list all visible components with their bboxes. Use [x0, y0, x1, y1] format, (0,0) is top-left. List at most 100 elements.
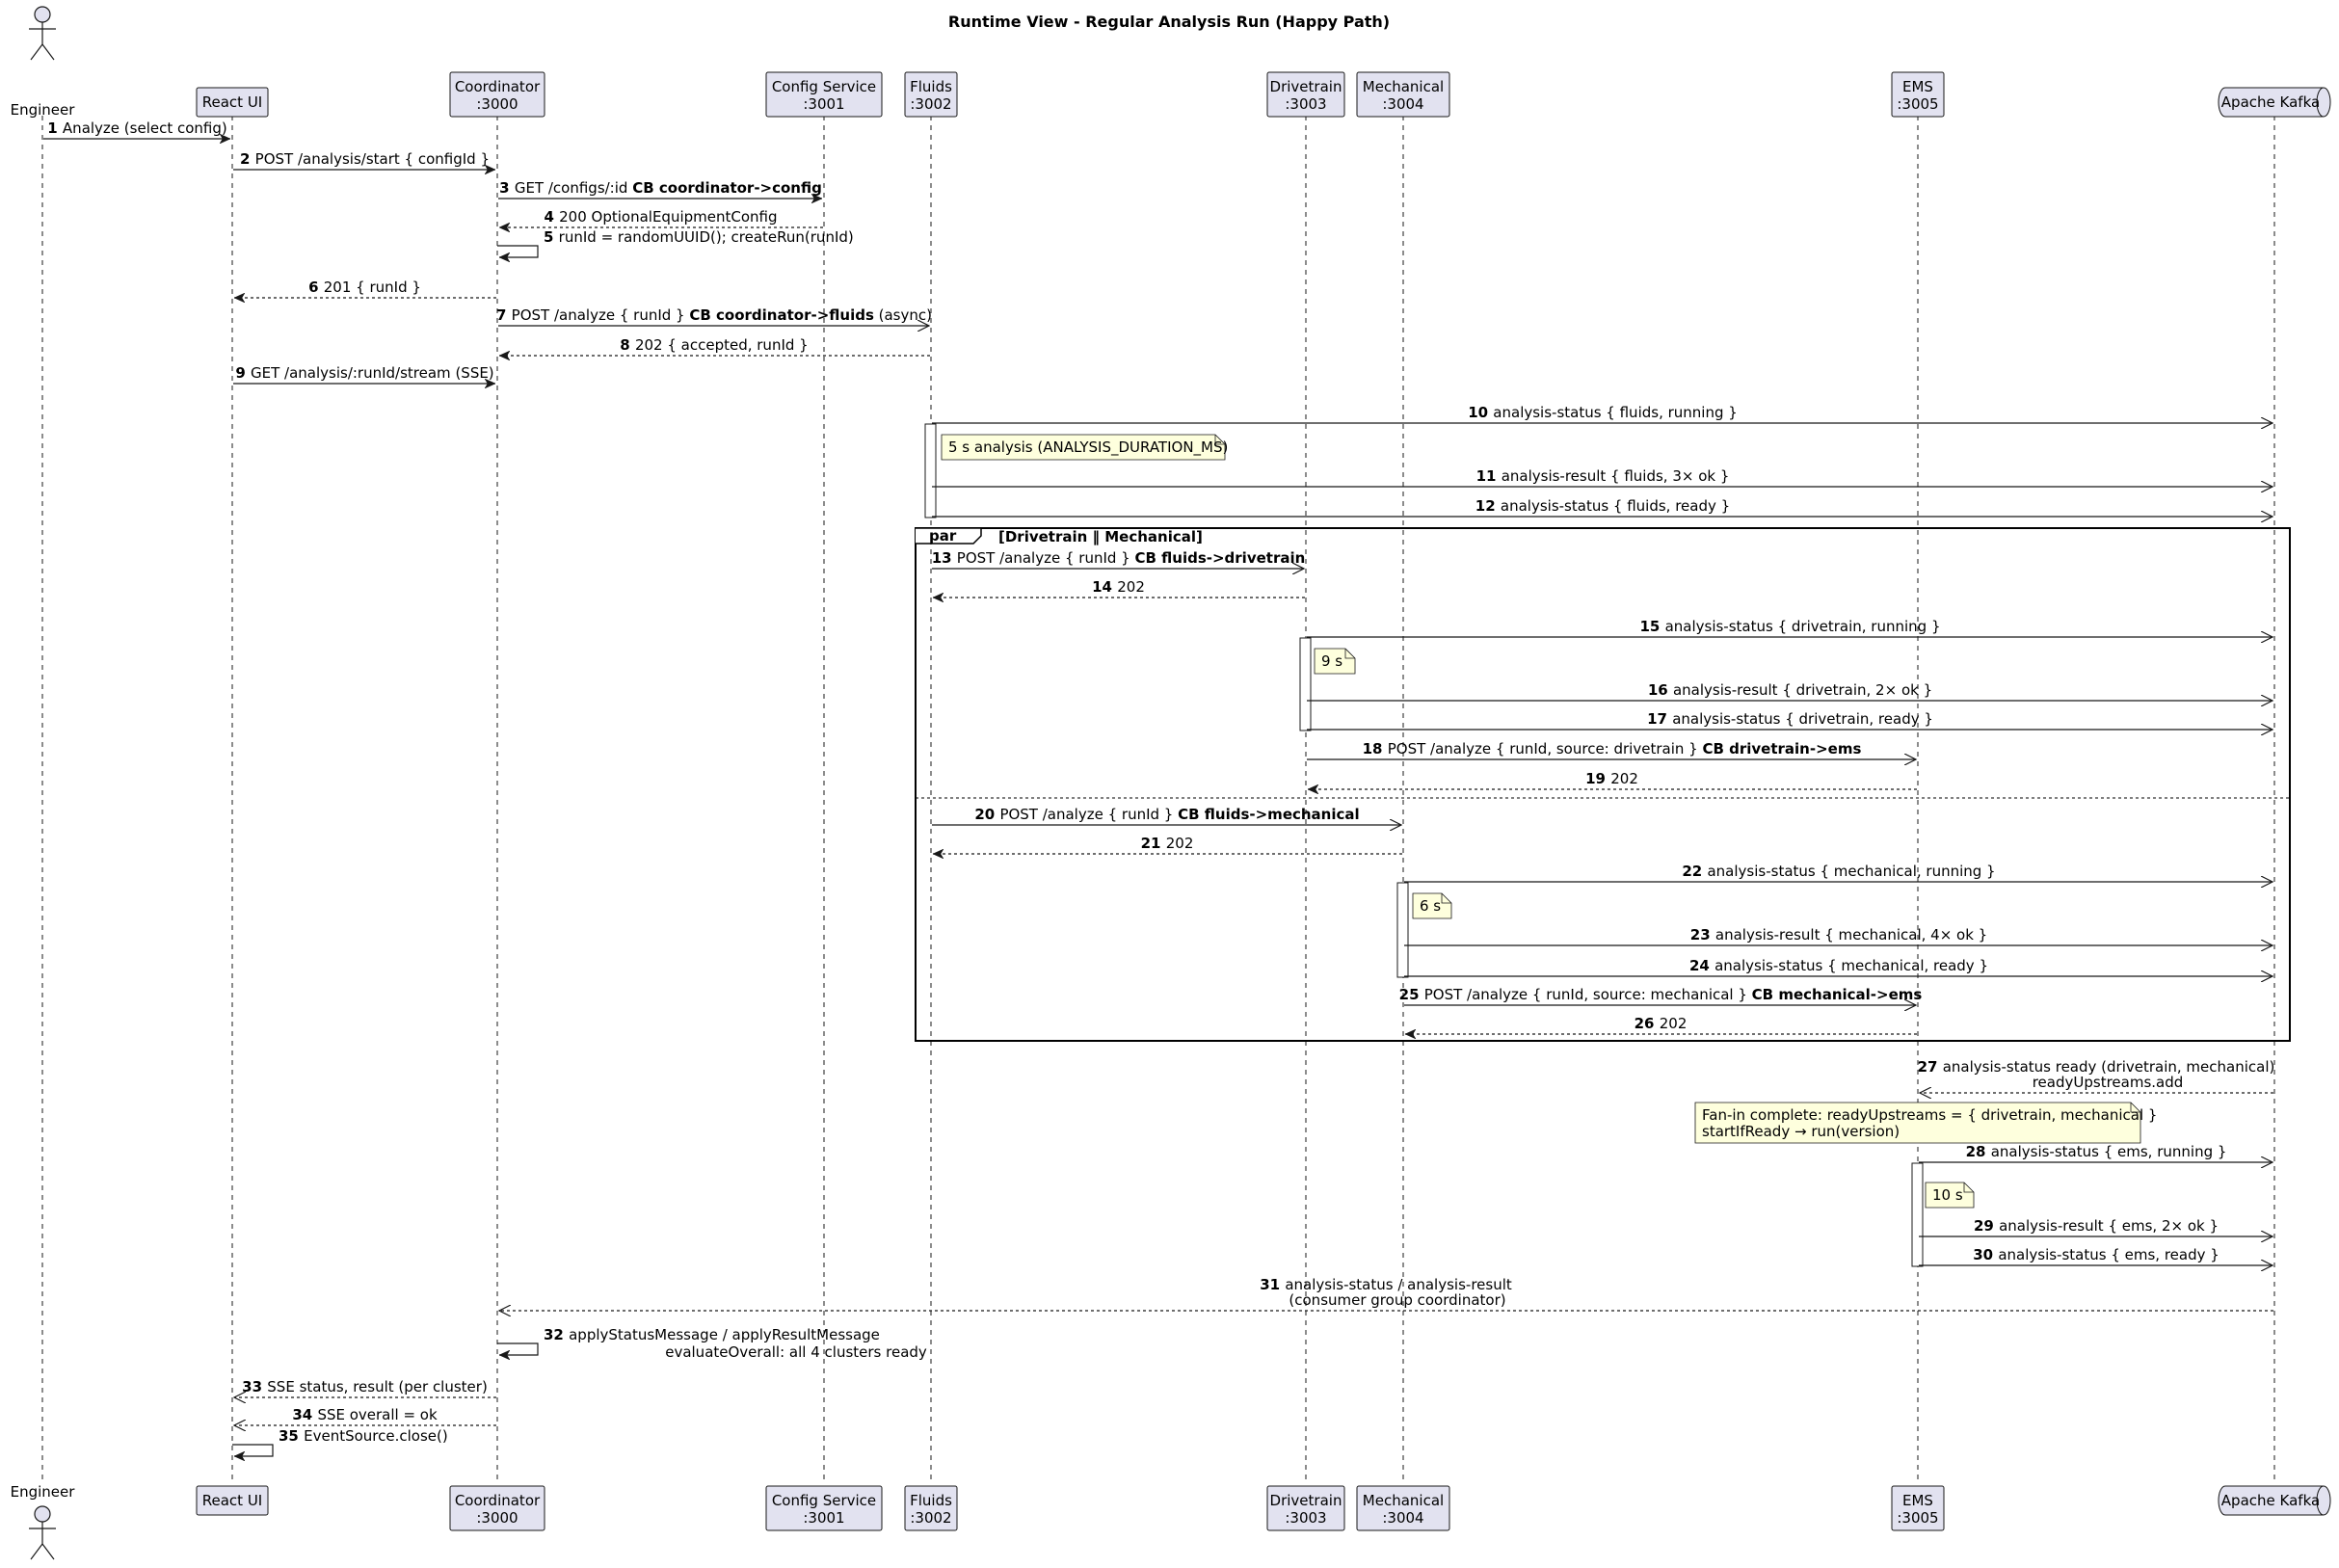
participant-flu-top: Fluids:3002: [904, 71, 958, 118]
message-number: 15: [1639, 618, 1664, 635]
message-21: 21 202: [933, 835, 1402, 854]
message-label: 29 analysis-result { ems, 2× ok }: [1974, 1217, 2219, 1235]
message-number: 20: [974, 806, 999, 823]
message-label: 16 analysis-result { drivetrain, 2× ok }: [1648, 681, 1932, 699]
message-26: 26 202: [1405, 1015, 1917, 1034]
message-10: 10 analysis-status { fluids, running }: [932, 404, 2273, 423]
participant-cfg-top: Config Service:3001: [765, 71, 883, 118]
sequence-diagram: Runtime View - Regular Analysis Run (Hap…: [11, 6, 2331, 1560]
message-label: 28 analysis-status { ems, running }: [1966, 1143, 2227, 1160]
message-12: 12 analysis-status { fluids, ready }: [932, 497, 2273, 517]
message-1: 1 Analyze (select config): [43, 120, 230, 139]
activation-flu: [924, 423, 937, 518]
message-label: 26 202: [1635, 1015, 1688, 1032]
message-29: 29 analysis-result { ems, 2× ok }: [1919, 1217, 2273, 1236]
message-number: 21: [1141, 835, 1166, 852]
message-number: 34: [292, 1406, 317, 1423]
message-17: 17 analysis-status { drivetrain, ready }: [1307, 710, 2273, 730]
message-label-line: readyUpstreams.add: [2033, 1074, 2184, 1091]
message-label: 35 EventSource.close(): [279, 1427, 448, 1445]
message-arrow: [232, 1444, 274, 1456]
message-24: 24 analysis-status { mechanical, ready }: [1404, 957, 2273, 976]
message-30: 30 analysis-status { ems, ready }: [1919, 1246, 2273, 1265]
message-4: 4 200 OptionalEquipmentConfig: [499, 208, 823, 227]
message-number: 33: [242, 1378, 267, 1395]
message-label: 7 POST /analyze { runId } CB coordinator…: [496, 306, 932, 324]
participant-eng-bottom: Engineer: [11, 1483, 76, 1560]
message-label-line: evaluateOverall: all 4 clusters ready: [665, 1343, 927, 1361]
note-text: Fan-in complete: readyUpstreams = { driv…: [1702, 1106, 2157, 1124]
message-label: 30 analysis-status { ems, ready }: [1973, 1246, 2219, 1263]
message-27: 27 analysis-status ready (drivetrain, me…: [1918, 1058, 2274, 1093]
message-number: 11: [1476, 467, 1502, 485]
actor-icon: [34, 6, 51, 23]
message-label: 10 analysis-status { fluids, running }: [1468, 404, 1738, 421]
participant-label: Engineer: [11, 1483, 76, 1501]
message-number: 1: [47, 120, 63, 137]
participant-label: :3004: [1382, 95, 1423, 113]
message-label: 33 SSE status, result (per cluster): [242, 1378, 488, 1395]
message-label: 3 GET /configs/:id CB coordinator->confi…: [499, 179, 822, 197]
participant-coord-top: Coordinator:3000: [449, 71, 545, 118]
message-number: 16: [1648, 681, 1673, 699]
message-3: 3 GET /configs/:id CB coordinator->confi…: [498, 179, 822, 199]
participant-label: :3002: [910, 1509, 951, 1527]
message-number: 30: [1973, 1246, 1998, 1263]
message-number: 10: [1468, 404, 1493, 421]
message-33: 33 SSE status, result (per cluster): [234, 1378, 496, 1397]
message-8: 8 202 { accepted, runId }: [499, 336, 930, 356]
message-label: 32 applyStatusMessage / applyResultMessa…: [544, 1326, 880, 1343]
message-number: 13: [932, 549, 957, 567]
participant-label: :3000: [476, 95, 518, 113]
message-label: 19 202: [1585, 770, 1638, 787]
message-number: 27: [1918, 1058, 1943, 1076]
participant-cfg-bottom: Config Service:3001: [765, 1485, 883, 1531]
message-34: 34 SSE overall = ok: [234, 1406, 496, 1425]
participant-mec-top: Mechanical:3004: [1356, 71, 1450, 118]
message-number: 5: [544, 228, 559, 246]
message-14: 14 202: [933, 578, 1305, 598]
participant-label: :3005: [1897, 1509, 1938, 1527]
note-text: startIfReady → run(version): [1702, 1123, 1900, 1140]
participant-flu-bottom: Fluids:3002: [904, 1485, 958, 1531]
message-label: 8 202 { accepted, runId }: [620, 336, 808, 354]
participant-coord-bottom: Coordinator:3000: [449, 1485, 545, 1531]
participant-label: React UI: [202, 93, 262, 111]
message-5: 5 runId = randomUUID(); createRun(runId): [497, 228, 854, 257]
participant-label: :3001: [803, 1509, 844, 1527]
participant-label: Apache Kafka: [2221, 1492, 2320, 1509]
message-arrow: [497, 245, 539, 257]
message-28: 28 analysis-status { ems, running }: [1919, 1143, 2273, 1162]
message-label: 23 analysis-result { mechanical, 4× ok }: [1690, 926, 1987, 943]
message-11: 11 analysis-result { fluids, 3× ok }: [932, 467, 2273, 487]
participant-kaf-bottom: Apache Kafka: [2218, 1485, 2331, 1516]
participant-label: :3005: [1897, 95, 1938, 113]
message-number: 9: [235, 364, 251, 382]
diagram-title: Runtime View - Regular Analysis Run (Hap…: [948, 13, 1390, 31]
note-drivetrain: 9 s: [1314, 648, 1356, 675]
note-text: 5 s analysis (ANALYSIS_DURATION_MS): [948, 439, 1228, 457]
participant-label: Coordinator: [455, 78, 541, 95]
message-number: 25: [1399, 986, 1424, 1003]
message-number: 4: [544, 208, 559, 226]
message-number: 35: [279, 1427, 304, 1445]
message-label: 20 POST /analyze { runId } CB fluids->me…: [974, 806, 1359, 823]
participant-mec-bottom: Mechanical:3004: [1356, 1485, 1450, 1531]
participant-label: EMS: [1902, 1492, 1933, 1509]
message-label: 13 POST /analyze { runId } CB fluids->dr…: [932, 549, 1306, 567]
message-label: 4 200 OptionalEquipmentConfig: [544, 208, 777, 226]
message-label: 12 analysis-status { fluids, ready }: [1475, 497, 1730, 515]
participant-label: Mechanical: [1363, 1492, 1444, 1509]
message-35: 35 EventSource.close(): [232, 1427, 448, 1456]
participant-label: :3001: [803, 95, 844, 113]
participant-ui-bottom: React UI: [196, 1485, 269, 1516]
message-number: 3: [499, 179, 515, 197]
message-number: 19: [1585, 770, 1610, 787]
message-label: 15 analysis-status { drivetrain, running…: [1639, 618, 1940, 635]
message-label: 2 POST /analysis/start { configId }: [240, 150, 490, 168]
message-31: 31 analysis-status / analysis-result(con…: [499, 1276, 2273, 1311]
note-ems: 10 s: [1925, 1182, 1975, 1209]
message-label: 9 GET /analysis/:runId/stream (SSE): [235, 364, 493, 382]
message-label: 17 analysis-status { drivetrain, ready }: [1647, 710, 1933, 728]
participant-label: Apache Kafka: [2221, 93, 2320, 111]
